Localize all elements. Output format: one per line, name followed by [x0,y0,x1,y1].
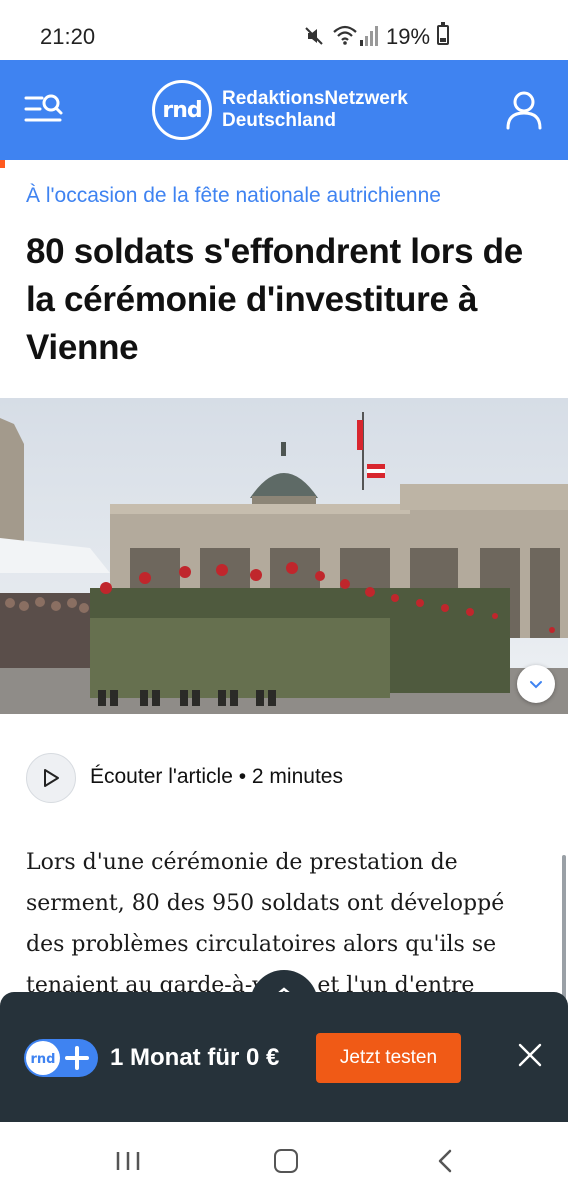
brand-line-1: RedaktionsNetzwerk [222,88,408,109]
close-icon[interactable] [517,1042,543,1068]
brand-line-2: Deutschland [222,110,337,131]
chevron-down-icon [530,681,542,689]
expand-caption-button[interactable] [517,665,555,703]
promo-cta-button[interactable]: Jetzt testen [316,1033,461,1083]
mute-icon [305,27,323,45]
app-header: rnd RedaktionsNetzwerk Deutschland [0,60,568,160]
signal-icon [360,26,378,46]
article-headline: 80 soldats s'effondrent lors de la cérém… [26,232,523,367]
battery-icon [437,22,449,45]
battery-percent: 19% [386,24,431,49]
rnd-logo[interactable]: rnd [152,80,212,140]
hero-image[interactable] [0,398,568,714]
recents-icon[interactable] [115,1150,141,1172]
article-kicker[interactable]: À l'occasion de la fête nationale autric… [26,184,441,208]
wifi-icon [333,25,357,45]
rnd-plus-logo: rnd [24,1039,98,1077]
play-audio-button[interactable] [26,753,76,803]
play-icon [44,769,59,787]
brand-name[interactable]: RedaktionsNetzwerk Deutschland [222,88,408,132]
system-nav-bar [0,1122,568,1199]
promo-logo-mark: rnd [31,1052,56,1067]
menu-search-icon[interactable] [24,92,64,126]
user-icon[interactable] [505,90,543,130]
status-time: 21:20 [40,24,96,49]
audio-label[interactable]: Écouter l'article • 2 minutes [90,765,343,789]
scrollbar[interactable] [562,855,566,1005]
back-icon[interactable] [436,1149,454,1173]
reading-progress [0,160,5,168]
promo-text: 1 Monat für 0 € [110,1044,280,1071]
logo-mark: rnd [162,97,202,123]
home-icon[interactable] [274,1149,298,1173]
status-bar: 21:20 19% [0,0,568,60]
